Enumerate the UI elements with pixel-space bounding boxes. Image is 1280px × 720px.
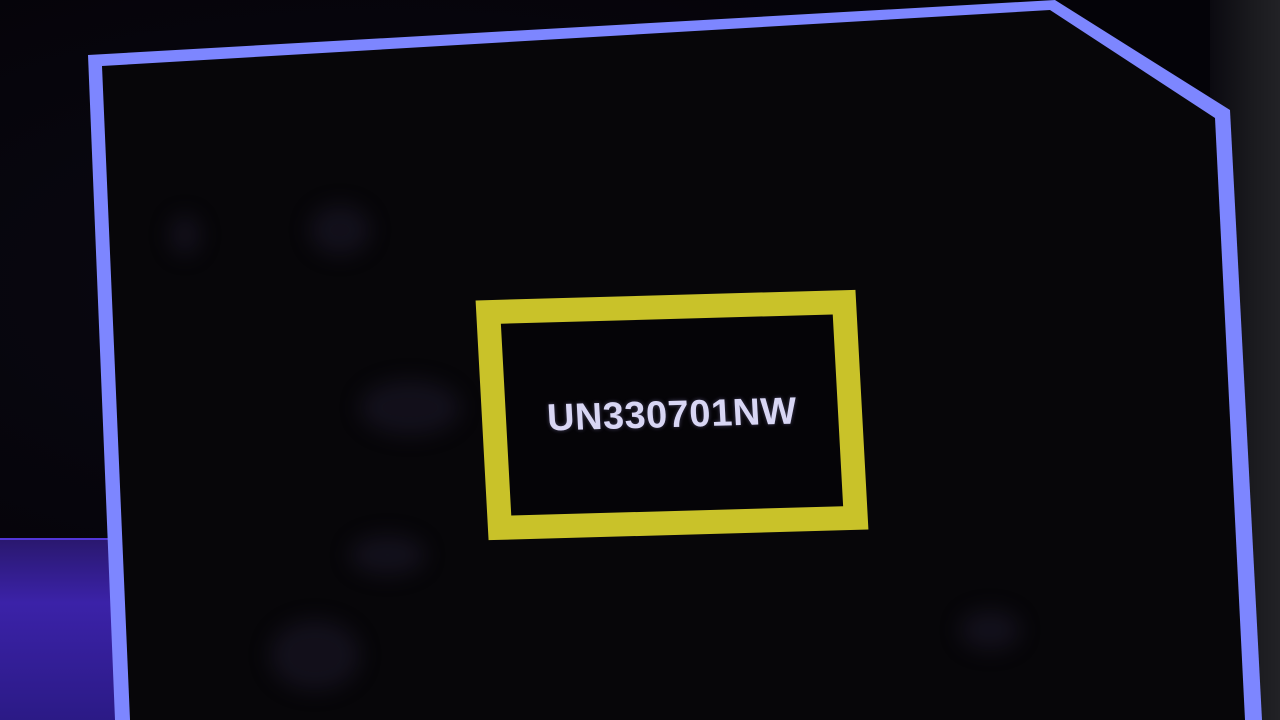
smudge [270, 620, 360, 690]
smudge [960, 610, 1020, 650]
smudge [350, 535, 425, 575]
photo-scene: UN330701NW [0, 0, 1280, 720]
code-label-frame: UN330701NW [475, 289, 869, 541]
code-label-text: UN330701NW [545, 390, 799, 439]
smudge [360, 380, 460, 435]
smudge [170, 215, 200, 255]
smudge [310, 205, 370, 255]
